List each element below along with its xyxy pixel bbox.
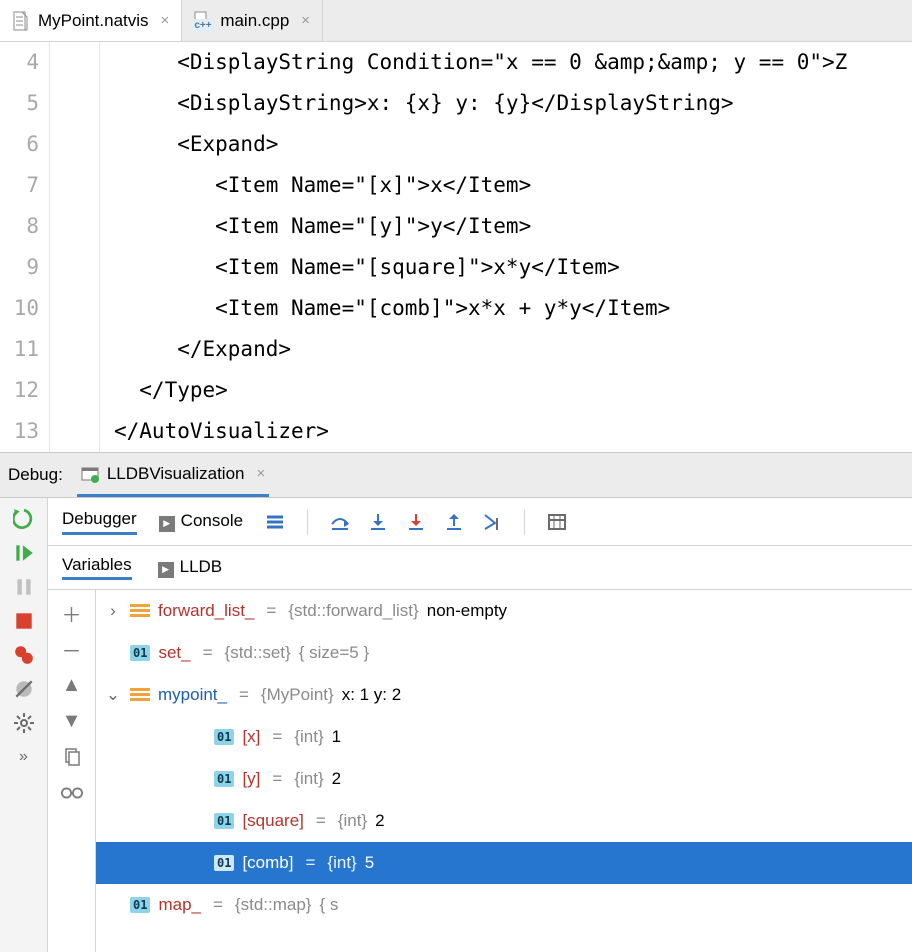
variable-name: [square] <box>242 811 303 831</box>
variable-row[interactable]: 01 set_={std::set} { size=5 } <box>96 632 912 674</box>
run-config-name: LLDBVisualization <box>107 464 245 484</box>
tab-mypoint[interactable]: MyPoint.natvis × <box>0 0 182 41</box>
view-breakpoints-icon[interactable] <box>13 644 35 666</box>
int-badge-icon: 01 <box>214 855 234 871</box>
variable-value: 2 <box>375 811 384 831</box>
variable-type: {int} <box>338 811 367 831</box>
settings-icon[interactable] <box>13 712 35 734</box>
application-icon <box>81 465 99 483</box>
variable-type: {std::map} <box>235 895 312 915</box>
variable-value: non-empty <box>427 601 507 621</box>
variables-list[interactable]: › forward_list_={std::forward_list} non-… <box>96 590 912 952</box>
mute-breakpoints-icon[interactable] <box>13 678 35 700</box>
file-icon <box>12 12 30 30</box>
variable-value: 5 <box>365 853 374 873</box>
variable-name: set_ <box>158 643 190 663</box>
close-icon[interactable]: × <box>257 465 266 482</box>
lldb-icon <box>158 562 174 578</box>
struct-icon <box>130 688 150 702</box>
variable-name: mypoint_ <box>158 685 227 705</box>
step-buttons <box>330 512 502 532</box>
copy-icon[interactable] <box>61 746 83 768</box>
int-badge-icon: 01 <box>214 771 234 787</box>
threads-icon[interactable] <box>265 512 285 532</box>
separator <box>307 509 308 535</box>
int-badge-icon: 01 <box>214 813 234 829</box>
evaluate-icon[interactable] <box>547 512 567 532</box>
debug-header: Debug: LLDBVisualization × <box>0 452 912 498</box>
editor-tabs: MyPoint.natvis × c++ main.cpp × <box>0 0 912 42</box>
variable-type: {MyPoint} <box>261 685 334 705</box>
run-to-cursor-icon[interactable] <box>482 512 502 532</box>
tab-variables[interactable]: Variables <box>62 555 132 580</box>
variable-name: map_ <box>158 895 201 915</box>
variable-value: x: 1 y: 2 <box>342 685 402 705</box>
variable-value: 1 <box>332 727 341 747</box>
resume-icon[interactable] <box>13 542 35 564</box>
variable-name: [y] <box>242 769 260 789</box>
debug-main: Debugger Console Variables LLDB ＋ － <box>48 498 912 952</box>
debug-body: » Debugger Console Variables LLDB <box>0 498 912 952</box>
tab-debugger[interactable]: Debugger <box>62 509 137 535</box>
tab-label: main.cpp <box>220 11 289 31</box>
step-over-icon[interactable] <box>330 512 350 532</box>
variable-type: {int} <box>294 769 323 789</box>
variable-type: {int} <box>327 853 356 873</box>
variable-row[interactable]: 01 map_={std::map} { s <box>96 884 912 926</box>
debug-toolbar: Debugger Console <box>48 498 912 546</box>
step-into-icon[interactable] <box>368 512 388 532</box>
more-icon[interactable]: » <box>13 746 35 768</box>
variable-name: forward_list_ <box>158 601 254 621</box>
variable-row[interactable]: 01 [y]={int} 2 <box>96 758 912 800</box>
console-icon <box>159 516 175 532</box>
code-editor[interactable]: 45678910111213 <DisplayString Condition=… <box>0 42 912 452</box>
glasses-icon[interactable] <box>61 782 83 804</box>
close-icon[interactable]: × <box>301 12 310 29</box>
tab-main-cpp[interactable]: c++ main.cpp × <box>182 0 323 41</box>
debug-left-rail: » <box>0 498 48 952</box>
rerun-icon[interactable] <box>13 508 35 530</box>
variable-value: { size=5 } <box>299 643 369 663</box>
close-icon[interactable]: × <box>161 12 170 29</box>
tab-label: MyPoint.natvis <box>38 11 149 31</box>
move-down-icon[interactable]: ▼ <box>61 710 83 732</box>
int-badge-icon: 01 <box>130 897 150 913</box>
variable-type: {std::forward_list} <box>288 601 418 621</box>
debug-label: Debug: <box>8 465 63 485</box>
variable-row[interactable]: › forward_list_={std::forward_list} non-… <box>96 590 912 632</box>
variables-panel: ＋ － ▲ ▼ › forward_list_={std::forward_li… <box>48 590 912 952</box>
move-up-icon[interactable]: ▲ <box>61 674 83 696</box>
variable-row[interactable]: ⌄ mypoint_={MyPoint} x: 1 y: 2 <box>96 674 912 716</box>
int-badge-icon: 01 <box>214 729 234 745</box>
pause-icon[interactable] <box>13 576 35 598</box>
stop-icon[interactable] <box>13 610 35 632</box>
variables-rail: ＋ － ▲ ▼ <box>48 590 96 952</box>
tab-console[interactable]: Console <box>159 511 243 532</box>
add-watch-icon[interactable]: ＋ <box>61 602 83 624</box>
variable-value: 2 <box>332 769 341 789</box>
debug-subtabs: Variables LLDB <box>48 546 912 590</box>
variable-value: { s <box>319 895 338 915</box>
struct-icon <box>130 604 150 618</box>
run-configuration[interactable]: LLDBVisualization × <box>77 453 269 497</box>
expand-chevron-icon[interactable]: ⌄ <box>104 685 122 705</box>
variable-row[interactable]: 01 [square]={int} 2 <box>96 800 912 842</box>
remove-watch-icon[interactable]: － <box>61 638 83 660</box>
step-out-icon[interactable] <box>444 512 464 532</box>
expand-chevron-icon[interactable]: › <box>104 601 122 621</box>
force-step-into-icon[interactable] <box>406 512 426 532</box>
tab-lldb[interactable]: LLDB <box>158 557 223 578</box>
variable-row[interactable]: 01 [x]={int} 1 <box>96 716 912 758</box>
variable-type: {int} <box>294 727 323 747</box>
variable-row[interactable]: 01 [comb]={int} 5 <box>96 842 912 884</box>
variable-type: {std::set} <box>225 643 291 663</box>
separator <box>524 509 525 535</box>
int-badge-icon: 01 <box>130 645 150 661</box>
variable-name: [comb] <box>242 853 293 873</box>
variable-name: [x] <box>242 727 260 747</box>
cpp-icon: c++ <box>194 12 212 30</box>
